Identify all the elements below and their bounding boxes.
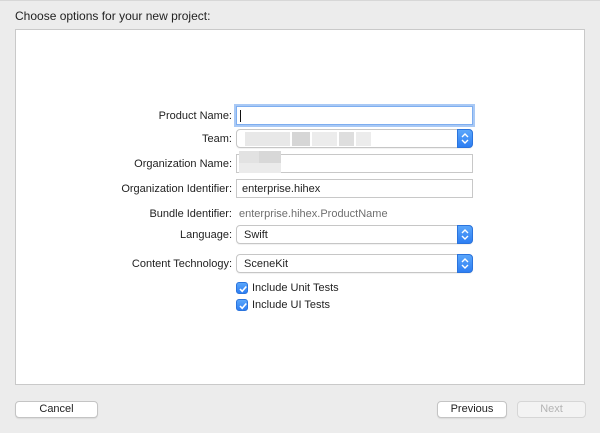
text-caret <box>240 110 241 122</box>
next-button[interactable]: Next <box>517 401 586 418</box>
redacted-block <box>339 132 354 146</box>
checkmark-icon <box>236 299 248 311</box>
organization-name-label: Organization Name: <box>134 158 232 170</box>
product-name-label: Product Name: <box>158 110 232 122</box>
team-label: Team: <box>202 133 232 145</box>
popup-arrows-icon <box>457 254 473 273</box>
page-title: Choose options for your new project: <box>15 9 211 23</box>
cancel-button[interactable]: Cancel <box>15 401 98 418</box>
organization-identifier-label: Organization Identifier: <box>121 183 232 195</box>
bundle-identifier-value: enterprise.hihex.ProductName <box>239 208 388 220</box>
redacted-block <box>356 132 371 146</box>
content-technology-popup[interactable]: SceneKit <box>236 254 473 273</box>
redacted-block <box>292 132 310 146</box>
content-technology-label: Content Technology: <box>131 258 232 270</box>
redacted-block <box>239 151 259 163</box>
organization-name-row: Organization Name: <box>16 151 586 174</box>
redacted-block <box>245 132 290 146</box>
include-unit-tests-label: Include Unit Tests <box>252 282 339 294</box>
checkmark-icon <box>236 282 248 294</box>
product-name-row: Product Name: <box>16 106 586 126</box>
language-popup[interactable]: Swift <box>236 225 473 244</box>
window-top-border <box>0 0 600 1</box>
organization-identifier-row: Organization Identifier: enterprise.hihe… <box>16 179 586 199</box>
language-label: Language: <box>180 229 232 241</box>
include-ui-tests-label: Include UI Tests <box>252 299 331 311</box>
organization-identifier-input[interactable]: enterprise.hihex <box>236 179 473 198</box>
redacted-block <box>239 163 281 173</box>
content-technology-row: Content Technology: SceneKit <box>16 254 586 274</box>
options-panel: Product Name: Team: Organization Name: O… <box>15 29 585 385</box>
language-row: Language: Swift <box>16 225 586 245</box>
team-popup[interactable] <box>236 129 473 148</box>
previous-button[interactable]: Previous <box>437 401 507 418</box>
popup-arrows-icon <box>457 129 473 148</box>
team-row: Team: <box>16 129 586 149</box>
redacted-block <box>259 151 281 163</box>
product-name-input[interactable] <box>236 106 473 125</box>
organization-name-input[interactable] <box>236 151 473 173</box>
bundle-identifier-row: Bundle Identifier: enterprise.hihex.Prod… <box>16 204 586 224</box>
popup-arrows-icon <box>457 225 473 244</box>
redacted-block <box>312 132 337 146</box>
bundle-identifier-label: Bundle Identifier: <box>149 208 232 220</box>
